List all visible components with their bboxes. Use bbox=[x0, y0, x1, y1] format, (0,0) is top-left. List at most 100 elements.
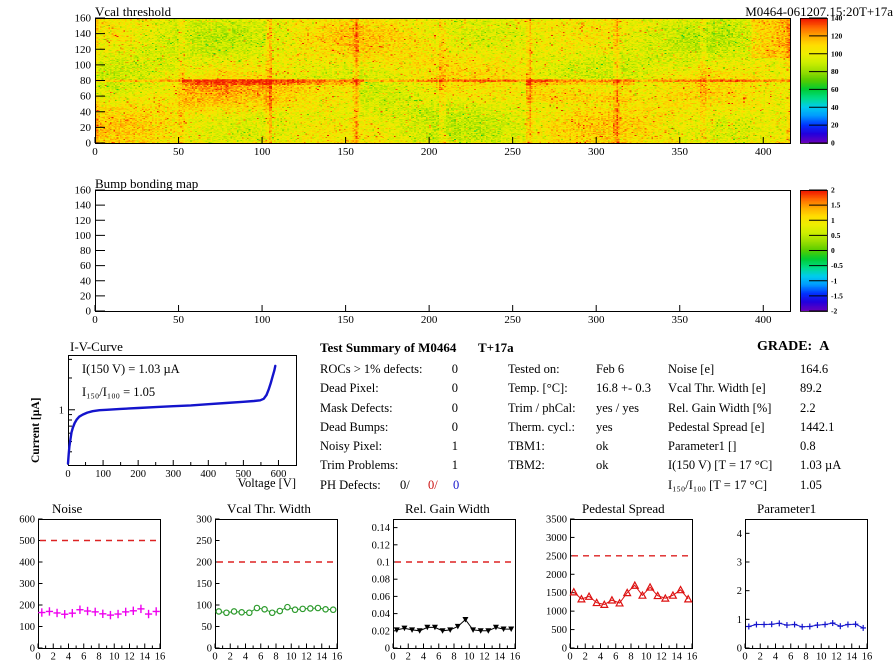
summary-row: Trim / phCal: yes / yes bbox=[508, 401, 668, 420]
ph-defects-value: 0/ bbox=[428, 477, 438, 492]
svg-text:0: 0 bbox=[92, 314, 98, 326]
svg-text:500: 500 bbox=[551, 625, 567, 636]
svg-text:0.02: 0.02 bbox=[372, 626, 390, 637]
svg-text:8: 8 bbox=[96, 652, 101, 663]
svg-text:-2: -2 bbox=[831, 307, 837, 316]
summary-row: I₁₅₀/I₁₀₀ [T = 17 °C] 1.05 bbox=[668, 478, 868, 497]
svg-text:0: 0 bbox=[30, 644, 35, 655]
svg-text:100: 100 bbox=[254, 146, 271, 158]
summary-title: Test Summary of M0464 bbox=[320, 340, 457, 355]
summary-label: ROCs > 1% defects: bbox=[320, 362, 423, 376]
module-test-report-page: Vcal threshold M0464-061207.15:20T+17a B… bbox=[0, 0, 896, 672]
summary-title-temp: T+17a bbox=[478, 340, 514, 355]
svg-text:3500: 3500 bbox=[546, 515, 567, 526]
summary-label: I₁₅₀/I₁₀₀ [T = 17 °C] bbox=[668, 477, 768, 492]
svg-text:14: 14 bbox=[847, 652, 858, 663]
svg-text:14: 14 bbox=[317, 652, 328, 663]
svg-text:12: 12 bbox=[124, 652, 135, 663]
svg-text:100: 100 bbox=[831, 49, 843, 58]
svg-text:80: 80 bbox=[831, 67, 839, 76]
svg-text:50: 50 bbox=[173, 146, 185, 158]
svg-text:2: 2 bbox=[583, 652, 588, 663]
svg-text:0: 0 bbox=[86, 138, 92, 150]
summary-label: I(150 V) [T = 17 °C] bbox=[668, 458, 773, 473]
svg-text:16: 16 bbox=[862, 652, 873, 663]
svg-text:0: 0 bbox=[65, 469, 70, 480]
svg-text:12: 12 bbox=[656, 652, 667, 663]
svg-text:100: 100 bbox=[95, 469, 111, 480]
summary-value: 1 bbox=[451, 458, 458, 473]
svg-text:16: 16 bbox=[510, 652, 521, 663]
svg-text:300: 300 bbox=[19, 579, 35, 590]
summary-value: 0.8 bbox=[800, 439, 816, 454]
summary-label: TBM2: bbox=[508, 458, 545, 473]
summary-label: Tested on: bbox=[508, 362, 560, 376]
svg-text:0.5: 0.5 bbox=[831, 231, 841, 240]
iv-yaxis-label: Current [µA] bbox=[30, 397, 42, 464]
svg-text:1: 1 bbox=[737, 615, 742, 626]
svg-text:6: 6 bbox=[436, 652, 441, 663]
svg-text:200: 200 bbox=[19, 601, 35, 612]
svg-text:16: 16 bbox=[155, 652, 166, 663]
svg-text:0.04: 0.04 bbox=[372, 609, 391, 620]
summary-value: 1.05 bbox=[800, 477, 822, 492]
svg-text:6: 6 bbox=[788, 652, 793, 663]
svg-text:250: 250 bbox=[504, 146, 521, 158]
iv-xaxis-label: Voltage [V] bbox=[237, 476, 296, 490]
svg-text:350: 350 bbox=[671, 146, 688, 158]
svg-text:300: 300 bbox=[588, 314, 605, 326]
svg-text:2: 2 bbox=[51, 652, 56, 663]
svg-text:14: 14 bbox=[140, 652, 151, 663]
bump-map-title: Bump bonding map bbox=[95, 176, 199, 191]
svg-text:0.12: 0.12 bbox=[372, 540, 390, 551]
svg-text:3000: 3000 bbox=[546, 533, 567, 544]
svg-text:250: 250 bbox=[196, 536, 212, 547]
svg-text:12: 12 bbox=[831, 652, 842, 663]
svg-text:1500: 1500 bbox=[546, 588, 567, 599]
svg-text:150: 150 bbox=[196, 579, 212, 590]
svg-text:0: 0 bbox=[86, 306, 92, 318]
svg-text:120: 120 bbox=[831, 31, 843, 40]
svg-text:6: 6 bbox=[258, 652, 263, 663]
svg-text:1: 1 bbox=[831, 216, 835, 225]
summary-row: I(150 V) [T = 17 °C] 1.03 µA bbox=[668, 458, 868, 477]
svg-text:0: 0 bbox=[385, 644, 390, 655]
summary-row: Noise [e] 164.6 bbox=[668, 362, 868, 381]
svg-text:8: 8 bbox=[628, 652, 633, 663]
svg-text:350: 350 bbox=[671, 314, 688, 326]
summary-label: Rel. Gain Width [%] bbox=[668, 400, 772, 415]
grade-badge: GRADE: A bbox=[757, 339, 829, 355]
summary-value: 1.03 µA bbox=[800, 458, 842, 473]
summary-value: yes bbox=[596, 419, 613, 434]
svg-text:150: 150 bbox=[337, 314, 354, 326]
svg-text:0: 0 bbox=[390, 652, 395, 663]
svg-text:100: 100 bbox=[75, 59, 92, 71]
summary-value: yes / yes bbox=[596, 400, 640, 415]
svg-text:60: 60 bbox=[80, 91, 92, 103]
svg-text:0: 0 bbox=[831, 246, 835, 255]
svg-text:0: 0 bbox=[831, 139, 835, 148]
summary-value: 1 bbox=[451, 439, 458, 454]
summary-right-column: Noise [e] 164.6 Vcal Thr. Width [e] 89.2 Rel… bbox=[668, 362, 868, 497]
summary-value: 164.6 bbox=[800, 362, 829, 376]
summary-label: PH Defects: bbox=[320, 477, 381, 492]
summary-row: Pedestal Spread [e] 1442.1 bbox=[668, 420, 868, 439]
svg-text:40: 40 bbox=[80, 275, 92, 287]
svg-text:4: 4 bbox=[66, 652, 72, 663]
svg-text:-0.5: -0.5 bbox=[831, 261, 843, 270]
pedestal-plot-title: Pedestal Spread bbox=[582, 501, 665, 516]
svg-text:4: 4 bbox=[773, 652, 779, 663]
summary-value: 2.2 bbox=[800, 400, 816, 415]
svg-text:20: 20 bbox=[80, 122, 92, 134]
svg-text:40: 40 bbox=[831, 103, 839, 112]
ph-defects-value: 0 bbox=[453, 477, 460, 492]
iv-annotation-current: I(150 V) = 1.03 µA bbox=[82, 362, 180, 376]
summary-value: 0 bbox=[451, 362, 458, 376]
summary-label: Parameter1 [] bbox=[668, 439, 737, 454]
summary-row-ph-defects: PH Defects: 0/0/0 bbox=[320, 478, 470, 497]
svg-text:3: 3 bbox=[737, 558, 742, 569]
svg-text:2: 2 bbox=[831, 186, 835, 195]
vcal-colorbar bbox=[800, 18, 827, 143]
summary-label: Temp. [°C]: bbox=[508, 381, 568, 396]
svg-text:300: 300 bbox=[165, 469, 181, 480]
